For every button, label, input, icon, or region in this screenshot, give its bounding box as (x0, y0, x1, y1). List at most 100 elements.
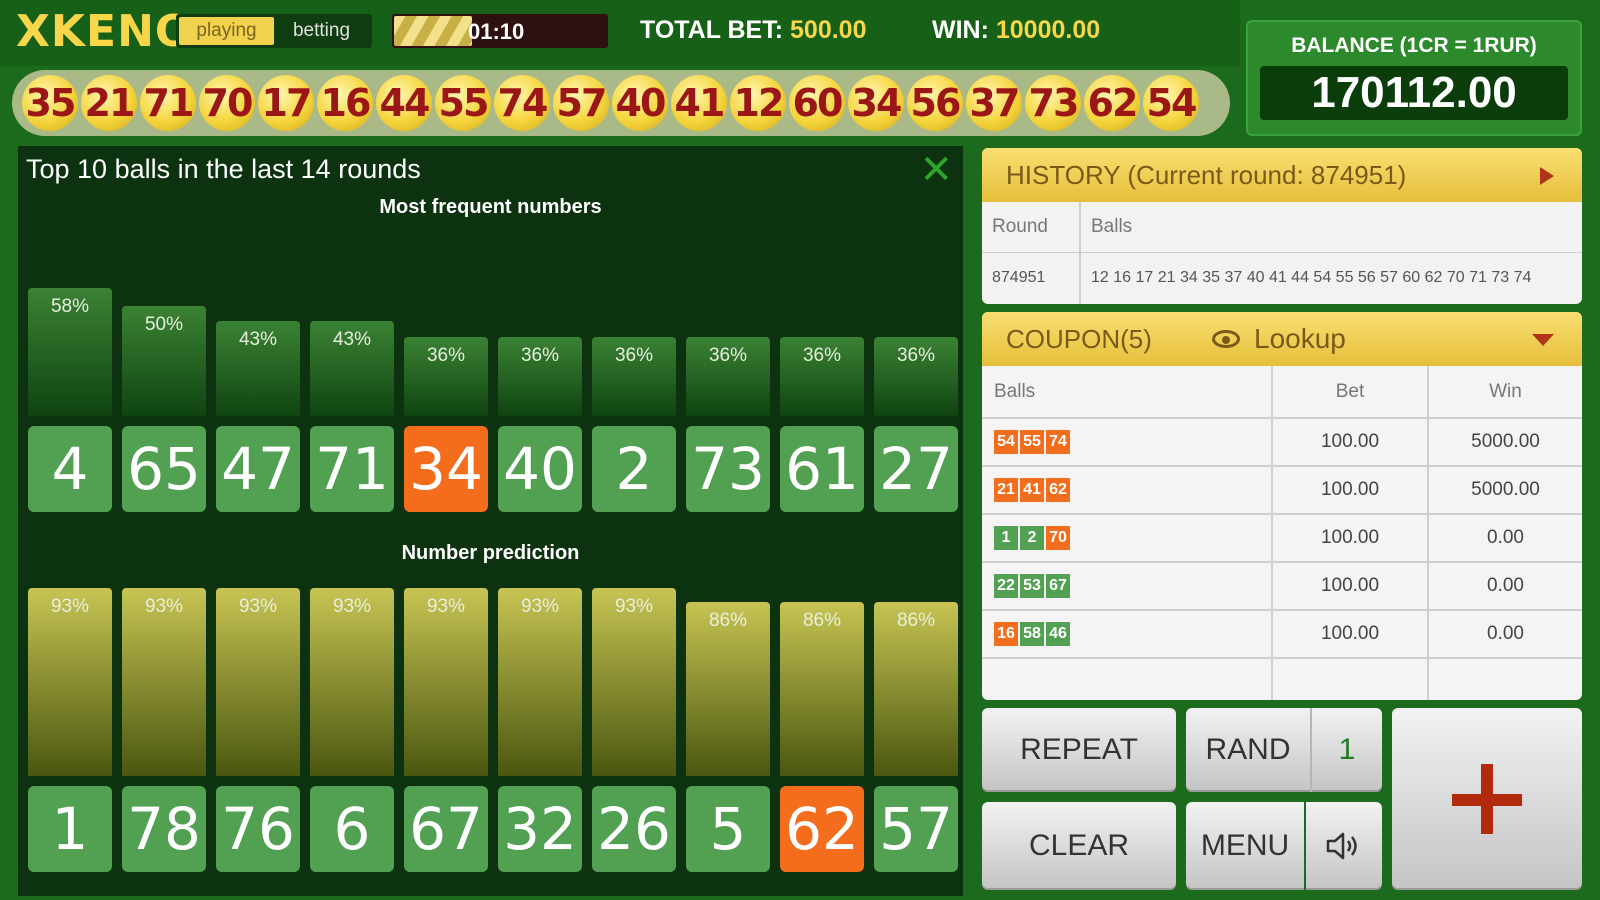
drawn-ball: 56 (907, 75, 963, 131)
drawn-ball: 41 (671, 75, 727, 131)
frequent-bars: 58% 50% 43% 43% 36% 36% 36% 36% 36% 36% (28, 288, 958, 416)
frequent-number[interactable]: 4 (28, 426, 112, 512)
mode-betting-tab[interactable]: betting (274, 17, 369, 45)
frequent-number[interactable]: 27 (874, 426, 958, 512)
frequent-number[interactable]: 2 (592, 426, 676, 512)
coupon-bet-cell: 100.00 (1272, 514, 1429, 563)
drawn-ball: 44 (376, 75, 432, 131)
coupon-balls-cell: 21 41 62 (982, 466, 1273, 515)
frequent-number[interactable]: 71 (310, 426, 394, 512)
coupon-ball: 22 (994, 574, 1018, 598)
repeat-button[interactable]: REPEAT (982, 708, 1176, 792)
coupon-ball: 16 (994, 622, 1018, 646)
drawn-ball: 73 (1025, 75, 1081, 131)
plus-icon-vertical (1481, 764, 1493, 834)
coupon-col-win: Win (1428, 366, 1582, 419)
table-row[interactable]: 21 41 62 100.00 5000.00 (982, 466, 1582, 515)
rand-count[interactable]: 1 (1310, 708, 1382, 792)
clear-button[interactable]: CLEAR (982, 802, 1176, 890)
frequent-bar: 58% (28, 288, 112, 416)
prediction-bar: 86% (686, 602, 770, 776)
frequent-bar: 43% (310, 321, 394, 416)
drawn-ball: 60 (789, 75, 845, 131)
frequent-number[interactable]: 65 (122, 426, 206, 512)
app-logo: XKENO (16, 6, 194, 57)
drawn-ball: 57 (553, 75, 609, 131)
frequent-number[interactable]: 73 (686, 426, 770, 512)
coupon-ball: 54 (994, 430, 1018, 454)
history-header[interactable]: HISTORY (Current round: 874951) (982, 148, 1582, 202)
prediction-bar: 93% (404, 588, 488, 776)
drawn-ball: 35 (22, 75, 78, 131)
frequent-number[interactable]: 34 (404, 426, 488, 512)
frequent-bar: 36% (874, 336, 958, 416)
close-icon[interactable]: ✕ (919, 150, 953, 190)
coupon-balls-cell: 22 53 67 (982, 562, 1273, 611)
frequent-bar: 36% (780, 336, 864, 416)
prediction-number[interactable]: 5 (686, 786, 770, 872)
history-balls-cell: 12 16 17 21 34 35 37 40 41 44 54 55 56 5… (1080, 252, 1582, 304)
sound-button[interactable] (1306, 802, 1382, 890)
timer-progress-bar (394, 16, 472, 46)
prediction-bar: 93% (498, 588, 582, 776)
prediction-number[interactable]: 1 (28, 786, 112, 872)
drawn-ball: 34 (848, 75, 904, 131)
coupon-table: Balls Bet Win 54 55 74 100.00 5000.00 21 41 62 1… (982, 366, 1582, 700)
coupon-ball: 67 (1046, 574, 1070, 598)
prediction-number[interactable]: 6 (310, 786, 394, 872)
drawn-ball: 12 (730, 75, 786, 131)
coupon-title: COUPON(5) (1006, 324, 1152, 354)
prediction-number[interactable]: 76 (216, 786, 300, 872)
total-bet-value: 500.00 (790, 16, 867, 44)
coupon-ball: 74 (1046, 430, 1070, 454)
table-row[interactable]: 22 53 67 100.00 0.00 (982, 562, 1582, 611)
lookup-label: Lookup (1254, 323, 1346, 354)
coupon-header[interactable]: COUPON(5) Lookup (982, 312, 1582, 366)
drawn-ball: 54 (1143, 75, 1199, 131)
menu-button[interactable]: MENU (1186, 802, 1304, 890)
frequent-number[interactable]: 61 (780, 426, 864, 512)
frequent-number[interactable]: 47 (216, 426, 300, 512)
drawn-ball: 62 (1084, 75, 1140, 131)
frequent-numbers-title: Most frequent numbers (379, 196, 602, 218)
prediction-number[interactable]: 78 (122, 786, 206, 872)
history-title: HISTORY (Current round: 874951) (1006, 160, 1407, 190)
mode-playing-tab[interactable]: playing (179, 17, 274, 45)
lookup-button[interactable]: Lookup (1212, 312, 1346, 366)
table-row[interactable]: 1 2 70 100.00 0.00 (982, 514, 1582, 563)
frequent-number[interactable]: 40 (498, 426, 582, 512)
frequent-bar: 50% (122, 305, 206, 416)
prediction-number[interactable]: 32 (498, 786, 582, 872)
coupon-col-balls: Balls (982, 366, 1273, 419)
coupon-ball: 53 (1020, 574, 1044, 598)
prediction-number[interactable]: 26 (592, 786, 676, 872)
coupon-win-cell: 5000.00 (1428, 418, 1582, 467)
prediction-number[interactable]: 57 (874, 786, 958, 872)
coupon-col-bet: Bet (1272, 366, 1429, 419)
prediction-number[interactable]: 67 (404, 786, 488, 872)
prediction-bar: 86% (874, 602, 958, 776)
table-row[interactable]: 16 58 46 100.00 0.00 (982, 610, 1582, 659)
mode-switch[interactable]: playing betting (176, 14, 372, 48)
prediction-number[interactable]: 62 (780, 786, 864, 872)
drawn-ball: 55 (435, 75, 491, 131)
triangle-down-icon[interactable] (1532, 334, 1554, 346)
table-row[interactable]: 54 55 74 100.00 5000.00 (982, 418, 1582, 467)
add-coupon-button[interactable] (1392, 708, 1582, 890)
coupon-ball: 55 (1020, 430, 1044, 454)
balance-panel: BALANCE (1CR = 1RUR) 170112.00 (1246, 20, 1582, 136)
round-timer: 01:10 (392, 14, 608, 48)
prediction-bar: 86% (780, 602, 864, 776)
balance-value: 170112.00 (1260, 66, 1568, 120)
triangle-right-icon[interactable] (1540, 167, 1554, 185)
empty-cell (1428, 658, 1582, 700)
frequent-bar: 36% (404, 336, 488, 416)
rand-button[interactable]: RAND 1 (1186, 708, 1382, 792)
prediction-bar: 93% (310, 588, 394, 776)
win-display: WIN: 10000.00 (932, 16, 1100, 45)
win-value: 10000.00 (995, 16, 1101, 44)
coupon-win-cell: 0.00 (1428, 610, 1582, 659)
empty-cell (1272, 658, 1429, 700)
coupon-ball: 1 (994, 526, 1018, 550)
coupon-win-cell: 0.00 (1428, 562, 1582, 611)
